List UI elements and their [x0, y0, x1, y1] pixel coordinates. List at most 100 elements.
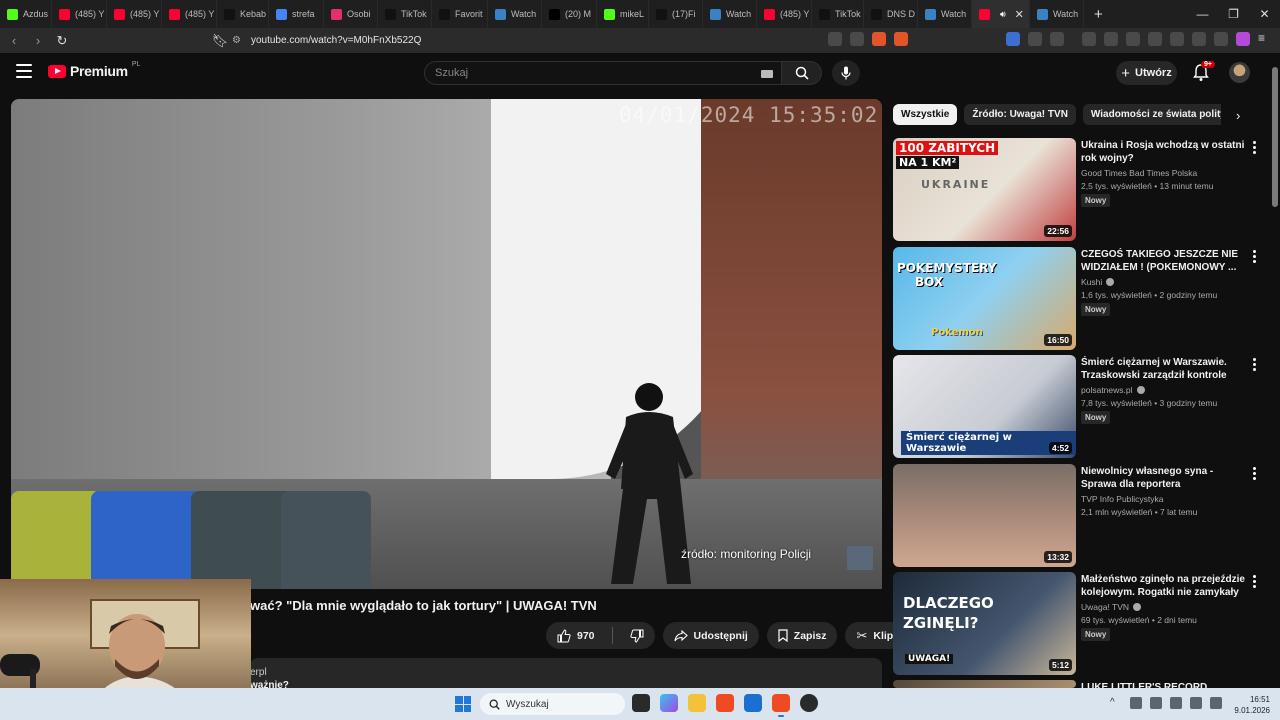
url-field[interactable]: ⚙︎ youtube.com/watch?v=M0hFnXb522Q [232, 31, 852, 50]
browser-tab[interactable]: strefa [269, 0, 324, 28]
video-thumbnail[interactable]: 13:32 [893, 464, 1076, 567]
browser-tab[interactable]: Favorit [432, 0, 488, 28]
video-thumbnail[interactable]: Śmierć ciężarnej w Warszawie 4:52 [893, 355, 1076, 458]
channel-name[interactable]: Good Times Bad Times Polska [1081, 168, 1197, 178]
recommended-video[interactable]: POKEMYSTERY BOX Pokemon 16:50 CZEGOŚ TAKIEGO… [893, 247, 1265, 350]
recommended-video[interactable]: DLACZEGO ZGINĘLI? UWAGA! 5:12 Małżeństwo zgi… [893, 572, 1265, 675]
browser-tab[interactable]: (485) Y [162, 0, 217, 28]
recommended-video[interactable]: 100 ZABITYCH NA 1 KM² UKRAINE 22:56 Ukraina … [893, 138, 1265, 241]
copilot-icon[interactable] [660, 694, 678, 712]
reload-icon[interactable]: ↻ [52, 33, 72, 49]
scrollbar-thumb[interactable] [1272, 67, 1278, 207]
site-info-icon[interactable]: ⚙︎ [232, 35, 241, 46]
voice-search-button[interactable] [832, 60, 860, 86]
video-thumbnail[interactable]: POKEMYSTERY BOX Pokemon 16:50 [893, 247, 1076, 350]
channel-name[interactable]: polsatnews.pl [1081, 385, 1145, 395]
browser-tab[interactable]: (17)Fi [649, 0, 703, 28]
new-tab-icon[interactable]: + [1084, 6, 1113, 23]
tab-search-icon[interactable] [1050, 32, 1064, 46]
browser-tab[interactable]: TikTok [378, 0, 432, 28]
page-scrollbar[interactable] [1270, 53, 1280, 688]
chevron-up-icon[interactable]: ^ [1110, 697, 1122, 709]
more-vert-icon[interactable] [1251, 141, 1257, 154]
browser-tab[interactable]: (485) Y [757, 0, 812, 28]
more-vert-icon[interactable] [1251, 358, 1257, 371]
filter-chip[interactable]: Wiadomości ze świata polityki [1082, 104, 1221, 125]
windows-start-icon[interactable] [455, 696, 471, 712]
recommended-video-title[interactable]: CZEGOŚ TAKIEGO JESZCZE NIE WIDZIAŁEM ! (… [1081, 248, 1245, 274]
share-button[interactable]: Udostępnij [662, 622, 759, 649]
create-button[interactable]: + Utwórz [1116, 61, 1177, 85]
filter-chip[interactable]: Wszystkie [893, 104, 958, 125]
more-vert-icon[interactable] [1251, 575, 1257, 588]
brave-shield-icon[interactable] [872, 32, 886, 46]
audio-playing-icon[interactable]: 🔊︎ [1000, 9, 1006, 20]
browser-tab[interactable]: (20) M [542, 0, 597, 28]
tray-cloud-icon[interactable] [1150, 697, 1162, 709]
minimize-icon[interactable]: — [1187, 7, 1218, 21]
taskbar-clock[interactable]: 16:51 9.01.2026 [1230, 694, 1270, 716]
browser-tab[interactable]: Watch [1030, 0, 1084, 28]
youtube-premium-logo[interactable]: Premium PL [48, 61, 140, 79]
share-icon[interactable] [850, 32, 864, 46]
media-icon[interactable] [1104, 32, 1118, 46]
brave-active-icon[interactable] [772, 694, 790, 717]
browser-tab[interactable]: Watch [488, 0, 542, 28]
recommended-video-title[interactable]: Niewolnicy własnego syna - Sprawa dla re… [1081, 465, 1245, 491]
like-button[interactable]: 970 [546, 622, 606, 649]
volume-icon[interactable] [1210, 697, 1222, 709]
brave-rewards-icon[interactable] [894, 32, 908, 46]
recommended-video[interactable]: Śmierć ciężarnej w Warszawie 4:52 Śmierć c… [893, 355, 1265, 458]
browser-tab[interactable]: 🔊︎ ✕ [972, 0, 1030, 28]
browser-tab[interactable]: TikTok [812, 0, 864, 28]
hamburger-menu-icon[interactable] [16, 64, 32, 78]
recommended-video-title[interactable]: Ukraina i Rosja wchodzą w ostatni rok wo… [1081, 139, 1245, 165]
channel-name[interactable]: Uwaga! TVN [1081, 602, 1142, 612]
dislike-button[interactable] [619, 622, 655, 649]
browser-tab[interactable]: Azdus [0, 0, 52, 28]
store-icon[interactable] [744, 694, 762, 712]
search-input[interactable]: Szukaj [424, 61, 782, 85]
browser-tab[interactable]: (485) Y [107, 0, 162, 28]
video-player[interactable]: 04/01/2024 15:35:02 źródło: monitoring P… [11, 99, 882, 589]
save-button[interactable]: Zapisz [766, 622, 838, 649]
forward-icon[interactable]: › [28, 33, 48, 48]
browser-tab[interactable]: mikeL [597, 0, 649, 28]
browser-tab[interactable]: (485) Y [52, 0, 107, 28]
browser-tab[interactable]: DNS D [864, 0, 918, 28]
browser-tab[interactable]: Osobi [324, 0, 378, 28]
file-explorer-icon[interactable] [688, 694, 706, 712]
browser-tab[interactable]: Watch [703, 0, 757, 28]
cast-icon[interactable] [828, 32, 842, 46]
video-thumbnail[interactable] [893, 680, 1076, 688]
puzzle-icon[interactable] [1028, 32, 1042, 46]
browser-menu-icon[interactable]: ≡ [1258, 32, 1272, 46]
back-icon[interactable]: ‹ [4, 33, 24, 48]
channel-name[interactable]: TVP Info Publicystyka [1081, 494, 1164, 504]
tray-mic-icon[interactable] [1170, 697, 1182, 709]
more-vert-icon[interactable] [1251, 467, 1257, 480]
brave-icon[interactable] [716, 694, 734, 712]
leo-icon[interactable] [1192, 32, 1206, 46]
sidebar-icon[interactable] [1148, 32, 1162, 46]
search-button[interactable] [782, 61, 822, 85]
video-thumbnail[interactable]: 100 ZABITYCH NA 1 KM² UKRAINE 22:56 [893, 138, 1076, 241]
browser-tab[interactable]: Watch [918, 0, 972, 28]
bookmark-icon[interactable]: 🔖︎ [210, 33, 230, 49]
channel-name[interactable]: Kushi [1081, 277, 1115, 287]
filter-chip[interactable]: Źródło: Uwaga! TVN [964, 104, 1076, 125]
download-icon[interactable] [1082, 32, 1096, 46]
recommended-video-title[interactable]: Małżeństwo zginęło na przejeździe kolejo… [1081, 573, 1245, 600]
obs-icon[interactable] [800, 694, 818, 712]
maximize-icon[interactable]: ❐ [1218, 7, 1249, 21]
browser-tab[interactable]: Kebab [217, 0, 269, 28]
chevron-right-icon[interactable]: › [1236, 108, 1240, 123]
more-vert-icon[interactable] [1251, 250, 1257, 263]
extension-icon[interactable] [1006, 32, 1020, 46]
tray-app-icon[interactable] [1130, 697, 1142, 709]
profile-icon[interactable] [1236, 32, 1250, 46]
vpn-icon[interactable] [1214, 32, 1228, 46]
task-view-icon[interactable] [632, 694, 650, 712]
keyboard-icon[interactable] [761, 70, 773, 78]
account-avatar[interactable] [1229, 62, 1250, 83]
